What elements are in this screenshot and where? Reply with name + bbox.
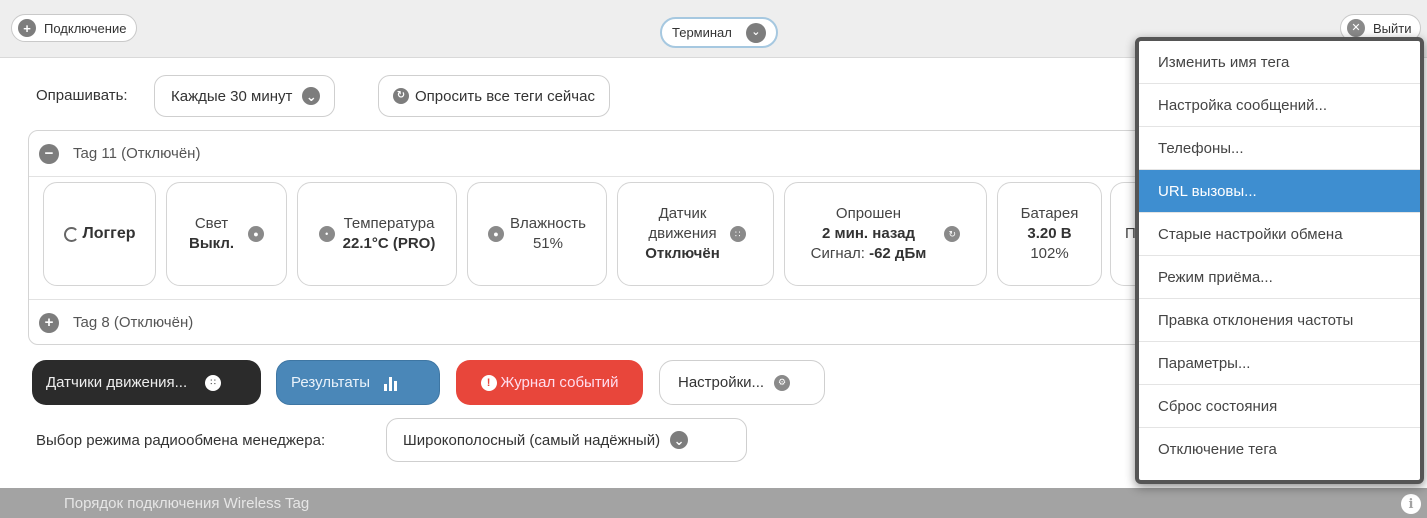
poll-all-label: Опросить все теги сейчас — [415, 87, 595, 105]
tag-header[interactable]: − Tag 11 (Отключён) — [29, 131, 1167, 177]
motion-card[interactable]: Датчик движения Отключён ∷ — [617, 182, 774, 286]
temperature-title: Температура — [343, 215, 435, 232]
refresh-icon[interactable]: ↻ — [944, 226, 961, 242]
tag-header-label: Tag 11 (Отключён) — [73, 145, 201, 162]
battery-title: Батарея — [1020, 205, 1079, 222]
bulb-icon: ● — [248, 226, 265, 242]
collapse-icon[interactable]: − — [39, 143, 59, 164]
refresh-icon: ↻ — [393, 88, 409, 104]
battery-card[interactable]: Батарея 3.20 В 102% — [997, 182, 1102, 286]
footer-link[interactable]: Порядок подключения Wireless Tag — [64, 495, 309, 512]
event-log-label: Журнал событий — [500, 374, 619, 391]
poll-interval-value: Каждые 30 минут — [171, 87, 293, 105]
motion-title-line1: Датчик — [658, 205, 707, 222]
close-icon: ✕ — [1347, 19, 1365, 37]
footer-bar: Порядок подключения Wireless Tag i — [0, 488, 1427, 518]
signal-line: Сигнал: -62 дБм — [811, 244, 927, 264]
chevron-down-icon: ⌄ — [670, 431, 689, 449]
menu-item[interactable]: Изменить имя тега — [1139, 41, 1420, 84]
tag-header-label: Tag 8 (Отключён) — [73, 314, 194, 331]
event-log-button[interactable]: ! Журнал событий — [456, 360, 643, 405]
warning-icon: ! — [480, 374, 497, 391]
menu-item[interactable]: Отключение тега — [1139, 428, 1420, 471]
terminal-label: Терминал — [672, 25, 732, 40]
tag-context-menu: Изменить имя тега Настройка сообщений... Т… — [1135, 37, 1424, 484]
menu-list: Изменить имя тега Настройка сообщений... Т… — [1139, 41, 1420, 471]
motion-value: Отключён — [645, 245, 720, 262]
droplet-icon: ● — [488, 226, 505, 242]
thermometer-icon: • — [318, 226, 335, 242]
gear-icon: ⚙ — [774, 374, 791, 391]
polled-title: Опрошен — [835, 205, 902, 222]
plus-icon: + — [18, 19, 36, 37]
grid-icon: ∷ — [729, 226, 746, 242]
connect-button[interactable]: + Подключение — [11, 14, 138, 42]
bar-chart-icon — [384, 375, 397, 391]
menu-item[interactable]: Настройка сообщений... — [1139, 84, 1420, 127]
menu-item[interactable]: Сброс состояния — [1139, 385, 1420, 428]
logger-icon — [63, 226, 79, 242]
logger-card[interactable]: Логгер — [43, 182, 156, 286]
temperature-value: 22.1°C (PRO) — [342, 235, 436, 252]
settings-label: Настройки... — [678, 374, 765, 391]
results-label: Результаты — [291, 374, 370, 391]
radio-mode-select[interactable]: Широкополосный (самый надёжный) ⌄ — [386, 418, 747, 462]
motion-sensors-label: Датчики движения... — [46, 374, 188, 391]
logger-label: Логгер — [82, 225, 136, 242]
tag-header[interactable]: + Tag 8 (Отключён) — [29, 299, 1167, 345]
chevron-down-icon: ⌄ — [745, 22, 766, 43]
polled-card[interactable]: Опрошен 2 мин. назад Сигнал: -62 дБм ↻ — [784, 182, 987, 286]
expand-icon[interactable]: + — [39, 312, 59, 333]
motion-title-line2: движения — [648, 225, 717, 242]
menu-item[interactable]: Старые настройки обмена — [1139, 213, 1420, 256]
polled-value: 2 мин. назад — [822, 225, 915, 242]
poll-label: Опрашивать: — [36, 87, 128, 104]
radio-mode-label: Выбор режима радиообмена менеджера: — [36, 432, 326, 449]
humidity-title: Влажность — [510, 215, 586, 232]
poll-all-button[interactable]: ↻ Опросить все теги сейчас — [378, 75, 610, 117]
menu-item[interactable]: URL вызовы... — [1139, 170, 1420, 213]
chevron-down-icon: ⌄ — [302, 87, 321, 105]
temperature-card[interactable]: • Температура 22.1°C (PRO) — [297, 182, 457, 286]
exit-label: Выйти — [1373, 20, 1412, 36]
signal-value: -62 дБм — [869, 245, 927, 262]
grid-icon: ∷ — [205, 374, 222, 391]
results-button[interactable]: Результаты — [276, 360, 440, 405]
poll-interval-select[interactable]: Каждые 30 минут ⌄ — [154, 75, 336, 117]
menu-item[interactable]: Режим приёма... — [1139, 256, 1420, 299]
humidity-card[interactable]: ● Влажность 51% — [467, 182, 607, 286]
menu-item[interactable]: Правка отклонения частоты — [1139, 299, 1420, 342]
signal-label: Сигнал: — [810, 245, 865, 262]
light-value: Выкл. — [188, 235, 235, 252]
terminal-dropdown[interactable]: Терминал ⌄ — [660, 17, 778, 48]
light-title: Свет — [194, 215, 229, 232]
info-icon[interactable]: i — [1401, 494, 1421, 514]
motion-sensors-button[interactable]: Датчики движения... ∷ — [32, 360, 261, 405]
menu-item[interactable]: Телефоны... — [1139, 127, 1420, 170]
battery-percent: 102% — [1030, 245, 1069, 262]
connect-label: Подключение — [44, 20, 127, 36]
battery-voltage: 3.20 В — [1027, 225, 1072, 242]
settings-button[interactable]: Настройки... ⚙ — [659, 360, 825, 405]
humidity-value: 51% — [532, 235, 563, 252]
light-card[interactable]: Свет Выкл. ● — [166, 182, 287, 286]
menu-item[interactable]: Параметры... — [1139, 342, 1420, 385]
radio-mode-value: Широкополосный (самый надёжный) — [403, 431, 661, 449]
